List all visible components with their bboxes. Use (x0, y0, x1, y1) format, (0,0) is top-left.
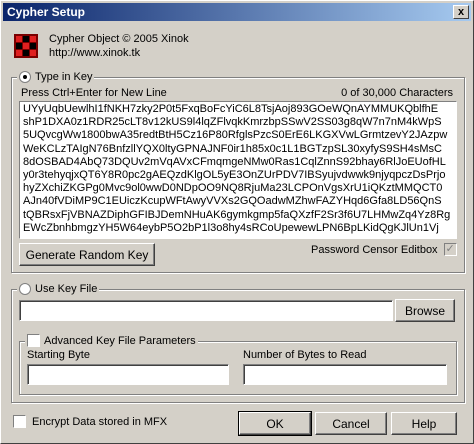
close-icon: x (457, 6, 465, 18)
checkmark-icon: ✓ (445, 243, 455, 255)
key-textarea[interactable]: UYyUqbUewlhI1fNKH7zky2P0t5FxqBoFcYiC6L8T… (19, 101, 457, 239)
bytes-to-read-label: Number of Bytes to Read (243, 349, 367, 361)
password-censor-checkbox[interactable]: ✓ (443, 243, 457, 256)
title-bar[interactable]: Cypher Setup x (3, 3, 471, 21)
ok-label: OK (266, 416, 284, 431)
radio-unselected-icon[interactable] (19, 283, 31, 295)
browse-button[interactable]: Browse (395, 299, 455, 322)
starting-byte-label: Starting Byte (27, 349, 90, 361)
generate-random-key-label: Generate Random Key (25, 247, 149, 262)
cancel-button[interactable]: Cancel (315, 412, 387, 435)
encrypt-mfx-label: Encrypt Data stored in MFX (32, 415, 168, 428)
key-file-path-input[interactable] (19, 300, 393, 321)
encrypt-mfx-checkbox-row[interactable]: Encrypt Data stored in MFX (13, 415, 167, 428)
key-line: AJn40fVDiMP9C1EUiczKcupWFtAwyVVXs2GQOadw… (23, 195, 442, 208)
key-line: WeKCLzTAIgN76BnfzllYQX0ltyGPNAJNF0ir1h85… (23, 142, 442, 155)
generate-random-key-button[interactable]: Generate Random Key (19, 243, 155, 266)
key-line: 8dOSBAD4AbQ73DQUv2mVqAVxCFmqmgeNMw0Ras1C… (23, 155, 446, 168)
use-key-file-label: Use Key File (35, 283, 98, 295)
starting-byte-input[interactable] (27, 364, 229, 385)
help-button[interactable]: Help (391, 412, 457, 435)
use-key-file-radio[interactable]: Use Key File (17, 283, 100, 295)
cypher-setup-window: Cypher Setup x Cypher Object © 2005 Xino… (0, 0, 474, 444)
cube-logo-icon (14, 34, 38, 58)
password-censor-label: Password Censor Editbox (311, 243, 438, 256)
character-count: 0 of 30,000 Characters (341, 87, 453, 99)
radio-selected-icon[interactable] (19, 71, 31, 83)
password-censor-checkbox-row[interactable]: Password Censor Editbox ✓ (311, 243, 457, 256)
key-line: EWcZbnhbmgzYH5W64eybP5O2bP1l3o8hy4sRCoUp… (23, 221, 439, 234)
window-title: Cypher Setup (7, 5, 86, 19)
key-line: UYyUqbUewlhI1fNKH7zky2P0t5FxqBoFcYiC6L8T… (23, 103, 439, 115)
key-line: hyZXchiZKGPg0Mvc9ol0wwD0NDpOO9NQ8RjuMa23… (23, 182, 443, 195)
key-line: shP1DXA0z1RDR25cLT8v12kUS9l4lqZFlvqkKmrz… (23, 116, 442, 129)
newline-hint: Press Ctrl+Enter for New Line (21, 87, 167, 99)
close-button[interactable]: x (453, 5, 469, 19)
key-line: y0r3tehyqjxQT6Y8R0pc2gAEQzdKlgOL5yE3OnZU… (23, 169, 446, 182)
type-in-key-label: Type in Key (35, 71, 93, 83)
type-in-key-radio[interactable]: Type in Key (17, 71, 95, 83)
advanced-params-label: Advanced Key File Parameters (44, 334, 196, 347)
bytes-to-read-input[interactable] (243, 364, 447, 385)
advanced-params-checkbox[interactable] (27, 334, 40, 347)
about-copyright: Cypher Object © 2005 Xinok (49, 33, 189, 45)
encrypt-mfx-checkbox[interactable] (13, 415, 26, 428)
browse-label: Browse (404, 303, 445, 318)
ok-button[interactable]: OK (238, 411, 312, 436)
key-line: 5UQvcgWw1800bwA35redtBtH5Cz16P80RfglsPzc… (23, 129, 448, 142)
advanced-params-checkbox-row[interactable]: Advanced Key File Parameters (25, 334, 198, 347)
help-label: Help (411, 416, 437, 431)
key-line: tQBRsxFjVBNAZDiphGFIBJDemNHuAK6gymkgmp5f… (23, 208, 451, 221)
about-url: http://www.xinok.tk (49, 47, 141, 59)
cancel-label: Cancel (332, 416, 370, 431)
